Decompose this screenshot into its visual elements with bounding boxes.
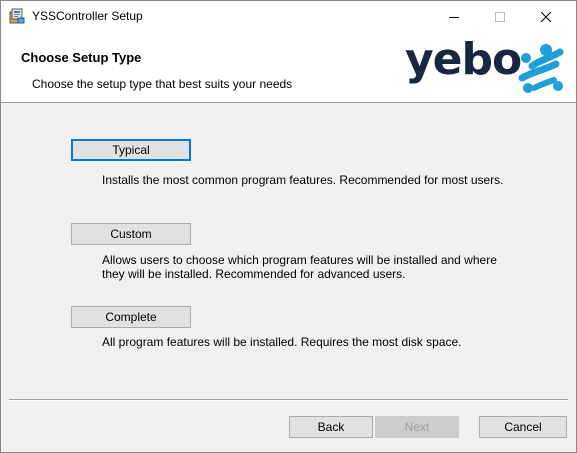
complete-description: All program features will be installed. … (102, 335, 462, 349)
typical-description: Installs the most common program feature… (102, 173, 504, 187)
logo-wordmark: yebo (405, 34, 522, 85)
custom-description-line-2: they will be installed. Recommended for … (102, 267, 406, 281)
window-title: YSSController Setup (32, 9, 143, 23)
maximize-button[interactable] (477, 1, 523, 32)
close-icon (541, 11, 551, 22)
close-button[interactable] (523, 1, 569, 32)
page-subtitle: Choose the setup type that best suits yo… (32, 77, 293, 91)
installer-icon (9, 8, 25, 24)
header-banner: Choose Setup Type Choose the setup type … (1, 32, 576, 103)
footer-divider (9, 399, 568, 401)
minimize-icon (449, 16, 459, 18)
next-button[interactable]: Next (375, 416, 459, 438)
typical-button[interactable]: Typical (71, 139, 191, 161)
custom-description-line-1: Allows users to choose which program fea… (102, 253, 497, 267)
setup-window: YSSController Setup Choose Setup Type Ch… (0, 0, 577, 453)
minimize-button[interactable] (431, 1, 477, 32)
custom-button[interactable]: Custom (71, 223, 191, 245)
cancel-button[interactable]: Cancel (479, 416, 567, 438)
logo-mark-icon (518, 44, 564, 93)
maximize-icon (495, 11, 505, 22)
title-bar: YSSController Setup (1, 1, 576, 32)
yebo-logo: yebo (405, 34, 564, 98)
complete-button[interactable]: Complete (71, 306, 191, 328)
page-title: Choose Setup Type (21, 50, 142, 65)
back-button[interactable]: Back (289, 416, 373, 438)
